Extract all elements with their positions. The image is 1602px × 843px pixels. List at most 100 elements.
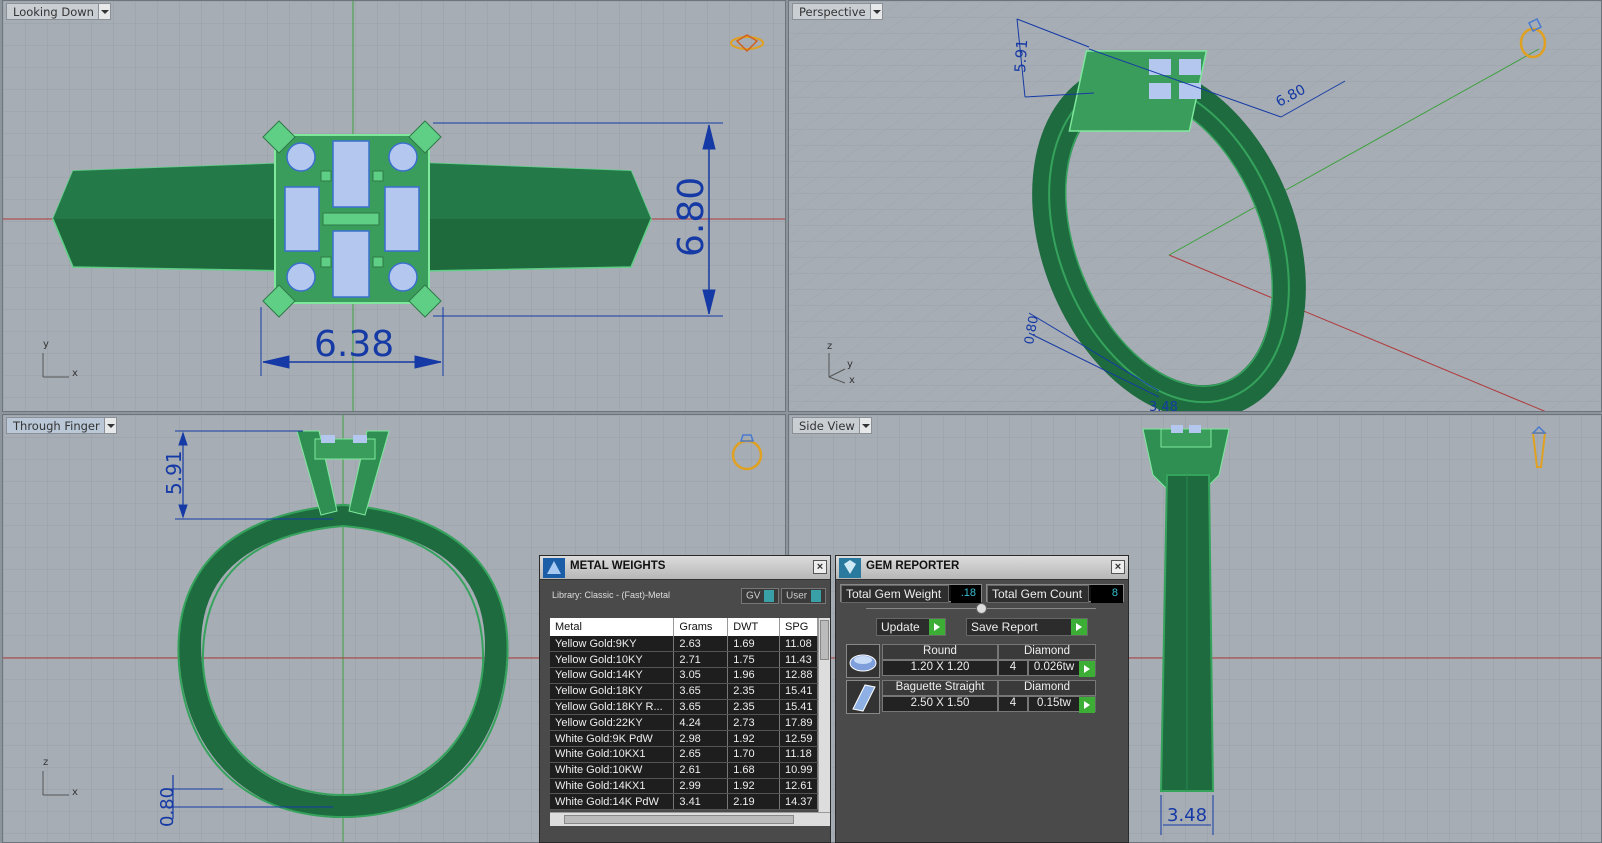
gem-row-round[interactable]: Round Diamond 1.20 X 1.20 4 0.026tw	[846, 644, 1110, 678]
cell-dwt: 1.92	[727, 778, 781, 795]
play-icon	[1079, 661, 1095, 677]
cell-dwt: 2.73	[727, 714, 781, 732]
table-row[interactable]: Yellow Gold:10KY 2.71 1.75 11.43	[550, 651, 818, 669]
close-icon[interactable]: ×	[1111, 560, 1125, 574]
cell-grams: 2.98	[673, 730, 729, 748]
cell-metal: Yellow Gold:10KY	[550, 651, 675, 669]
cell-metal: White Gold:14KX1	[550, 778, 675, 795]
cell-dwt: 1.70	[727, 746, 781, 763]
axis-z-label: z	[827, 341, 833, 352]
user-toggle[interactable]: User	[781, 588, 827, 604]
table-row[interactable]: White Gold:10KX1 2.65 1.70 11.18	[550, 746, 818, 763]
cell-dwt: 1.68	[727, 762, 781, 779]
cell-grams: 2.71	[673, 651, 729, 669]
viewport-title-side-view[interactable]: Side View	[792, 417, 872, 434]
splitter-handle-icon[interactable]	[976, 603, 987, 614]
play-icon	[1071, 619, 1087, 635]
horizontal-scrollbar[interactable]	[550, 812, 830, 826]
cell-spg: 11.43	[779, 651, 818, 669]
table-row[interactable]: White Gold:14KX1 2.99 1.92 12.61	[550, 778, 818, 795]
table-row[interactable]: Yellow Gold:9KY 2.63 1.69 11.08	[550, 636, 818, 653]
gem-weight: 0.15tw	[1028, 696, 1080, 712]
perspective-canvas: 5.91 6.80 0.80 3.48	[789, 1, 1601, 412]
chevron-down-icon[interactable]	[858, 418, 871, 433]
cell-metal: Yellow Gold:18KY	[550, 683, 675, 700]
cell-spg: 15.41	[779, 683, 818, 700]
table-row[interactable]: Yellow Gold:22KY 4.24 2.73 17.89	[550, 714, 818, 732]
col-header-dwt[interactable]: DWT	[727, 618, 781, 636]
table-row[interactable]: White Gold:9K PdW 2.98 1.92 12.59	[550, 730, 818, 748]
close-icon[interactable]: ×	[813, 560, 827, 574]
viewport-title-text: Side View	[799, 419, 855, 433]
cell-dwt: 2.19	[727, 793, 781, 811]
dim-height-text: 6.80	[671, 177, 712, 257]
axis-z-label: z	[43, 757, 49, 768]
viewport-title-perspective[interactable]: Perspective	[792, 3, 883, 20]
viewport-perspective[interactable]: 5.91 6.80 0.80 3.48 z y x Perspective	[788, 0, 1602, 412]
cell-metal: White Gold:10KW	[550, 762, 675, 779]
col-header-metal[interactable]: Metal	[550, 618, 675, 636]
gem-reporter-panel: GEM REPORTER × Total Gem Weight .18 Tota…	[835, 555, 1129, 843]
gem-count: 4	[998, 696, 1028, 712]
table-row[interactable]: Yellow Gold:14KY 3.05 1.96 12.88	[550, 667, 818, 684]
viewport-title-text: Through Finger	[13, 419, 100, 433]
cell-spg: 17.89	[779, 714, 818, 732]
dim-top-text: 5.91	[162, 450, 186, 495]
gem-size: 1.20 X 1.20	[882, 660, 998, 676]
axis-y-label: y	[847, 359, 853, 370]
cell-grams: 4.24	[673, 714, 729, 732]
table-header-row: Metal Grams DWT SPG	[550, 618, 818, 636]
cell-grams: 3.05	[673, 667, 729, 684]
metal-weights-header[interactable]: METAL WEIGHTS ×	[540, 556, 830, 580]
panel-title: GEM REPORTER	[866, 560, 960, 572]
cell-grams: 2.65	[673, 746, 729, 763]
cell-metal: White Gold:9K PdW	[550, 730, 675, 748]
chevron-down-icon[interactable]	[97, 4, 110, 19]
cell-metal: White Gold:10KX1	[550, 746, 675, 763]
cell-spg: 11.18	[779, 746, 818, 763]
viewport-title-through-finger[interactable]: Through Finger	[6, 417, 117, 434]
cell-metal: White Gold:14K PdW	[550, 793, 675, 811]
cell-spg: 14.37	[779, 793, 818, 811]
chevron-down-icon[interactable]	[869, 4, 882, 19]
update-button[interactable]: Update	[876, 618, 946, 636]
table-row[interactable]: Yellow Gold:18KY R... 3.65 2.35 15.41	[550, 699, 818, 716]
cell-spg: 12.88	[779, 667, 818, 684]
cell-metal: Yellow Gold:14KY	[550, 667, 675, 684]
viewport-title-looking-down[interactable]: Looking Down	[6, 3, 111, 20]
round-gem-icon	[846, 644, 880, 678]
cell-grams: 3.41	[673, 793, 729, 811]
axis-x-label: x	[72, 368, 78, 379]
col-header-spg[interactable]: SPG	[779, 618, 818, 636]
dim-d-text: 3.48	[1149, 400, 1178, 412]
axis-x-label: x	[849, 375, 855, 386]
gem-weight: 0.026tw	[1028, 660, 1080, 676]
ring-head-top	[262, 120, 442, 318]
play-icon	[929, 619, 945, 635]
col-header-grams[interactable]: Grams	[673, 618, 729, 636]
vertical-scrollbar[interactable]	[818, 618, 830, 812]
table-row[interactable]: Yellow Gold:18KY 3.65 2.35 15.41	[550, 683, 818, 700]
dim-bottom-text: 3.48	[1167, 805, 1207, 826]
gem-go-button[interactable]	[1079, 696, 1096, 713]
table-row[interactable]: White Gold:14K PdW 3.41 2.19 14.37	[550, 793, 818, 811]
total-gem-weight: Total Gem Weight .18	[840, 584, 982, 603]
save-report-button[interactable]: Save Report	[966, 618, 1088, 636]
cell-dwt: 1.96	[727, 667, 781, 684]
viewport-looking-down[interactable]: 6.38 6.80 y x Looking Down	[2, 0, 786, 412]
cell-spg: 12.59	[779, 730, 818, 748]
table-row[interactable]: White Gold:10KW 2.61 1.68 10.99	[550, 762, 818, 779]
cell-metal: Yellow Gold:22KY	[550, 714, 675, 732]
metal-weights-panel: METAL WEIGHTS × Library: Classic - (Fast…	[539, 555, 831, 843]
gem-report-icon	[839, 558, 861, 578]
chevron-down-icon[interactable]	[103, 418, 116, 433]
cell-spg: 12.61	[779, 778, 818, 795]
gem-cut: Round	[882, 644, 998, 660]
gv-toggle[interactable]: GV	[741, 588, 780, 604]
gem-row-baguette[interactable]: Baguette Straight Diamond 2.50 X 1.50 4 …	[846, 680, 1110, 714]
cell-grams: 2.61	[673, 762, 729, 779]
gem-go-button[interactable]	[1079, 660, 1096, 677]
gem-reporter-header[interactable]: GEM REPORTER ×	[836, 556, 1128, 580]
cell-spg: 11.08	[779, 636, 818, 653]
cell-grams: 2.63	[673, 636, 729, 653]
